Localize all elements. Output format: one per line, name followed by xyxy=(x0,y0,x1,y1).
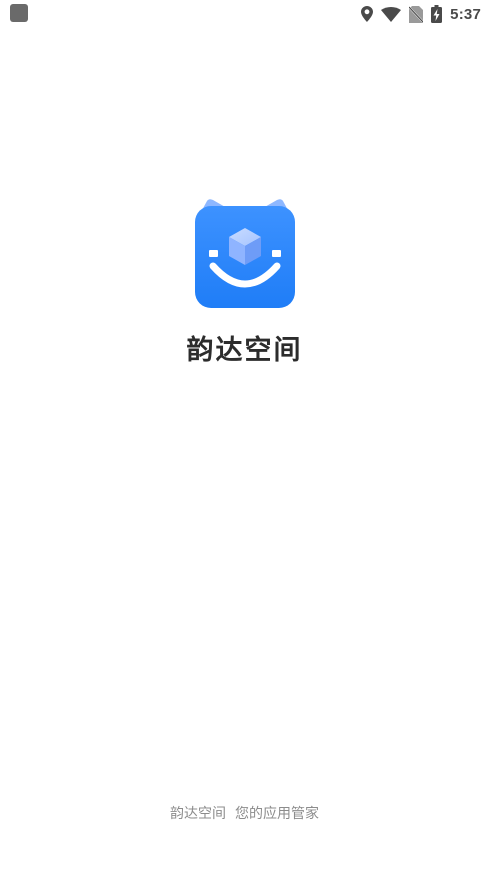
app-name-title: 韵达空间 xyxy=(186,335,303,366)
notification-icon xyxy=(10,4,28,22)
status-icons: 5:37 xyxy=(353,3,481,25)
location-icon xyxy=(361,6,374,22)
app-logo xyxy=(193,198,297,310)
wifi-icon xyxy=(381,6,402,22)
no-sim-icon xyxy=(409,5,424,23)
status-time: 5:37 xyxy=(450,5,481,23)
tagline-text: 韵达空间 您的应用管家 xyxy=(170,806,319,822)
cube-smile-logo-icon xyxy=(195,199,295,308)
splash-screen: 5:37 韵达空间 韵达空间 您的应用管家 xyxy=(0,0,489,869)
battery-charging-icon xyxy=(431,5,443,23)
status-bar: 5:37 xyxy=(0,0,489,28)
